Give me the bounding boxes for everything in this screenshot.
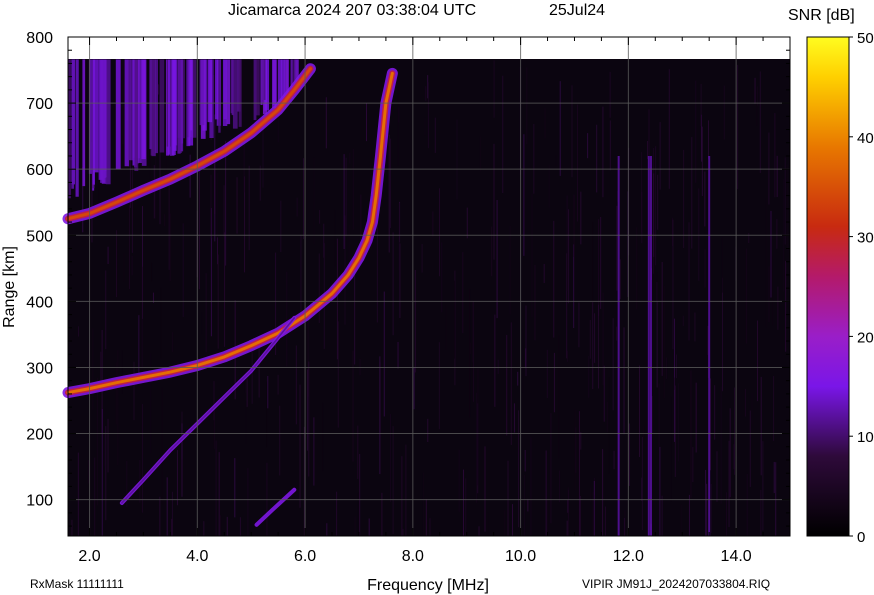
x-axis-label: Frequency [MHz] (367, 577, 489, 594)
x-tick-labels: 2.0 4.0 6.0 8.0 10.0 12.0 14.0 (78, 548, 751, 565)
y-tick-label: 800 (26, 30, 53, 47)
y-tick-label: 300 (26, 360, 53, 377)
colorbar-tick-label: 20 (857, 329, 874, 346)
y-tick-label: 600 (26, 162, 53, 179)
colorbar-tick-label: 30 (857, 230, 874, 247)
x-tick-label: 2.0 (78, 548, 100, 565)
colorbar: SNR [dB] 0 10 20 30 40 50 (788, 7, 874, 546)
y-tick-label: 200 (26, 427, 53, 444)
colorbar-tick-label: 40 (857, 130, 874, 147)
rxmask-text: RxMask 11111111 (30, 577, 124, 591)
ionogram-figure: Jicamarca 2024 207 03:38:04 UTC 25Jul24 … (1, 2, 874, 594)
y-tick-label: 500 (26, 228, 53, 245)
colorbar-tick-label: 50 (857, 30, 874, 47)
x-tick-label: 8.0 (402, 548, 424, 565)
colorbar-ramp (806, 36, 850, 537)
file-name-text: VIPIR JM91J_2024207033804.RIQ (582, 577, 770, 591)
colorbar-tick-label: 10 (857, 429, 874, 446)
plot-area (62, 36, 791, 537)
colorbar-ticks: 0 10 20 30 40 50 (849, 30, 874, 546)
plot-title: Jicamarca 2024 207 03:38:04 UTC (228, 2, 476, 19)
x-tick-label: 14.0 (721, 548, 752, 565)
x-tick-label: 6.0 (294, 548, 316, 565)
plot-date: 25Jul24 (549, 2, 605, 19)
y-tick-label: 700 (26, 96, 53, 113)
x-tick-label: 10.0 (505, 548, 536, 565)
y-tick-label: 100 (26, 493, 53, 510)
x-tick-label: 12.0 (613, 548, 644, 565)
colorbar-label: SNR [dB] (788, 7, 855, 24)
colorbar-tick-label: 0 (857, 529, 865, 546)
y-tick-labels: 100 200 300 400 500 600 700 800 (26, 30, 53, 510)
y-axis-label: Range [km] (1, 246, 18, 328)
y-tick-label: 400 (26, 294, 53, 311)
x-tick-label: 4.0 (186, 548, 208, 565)
